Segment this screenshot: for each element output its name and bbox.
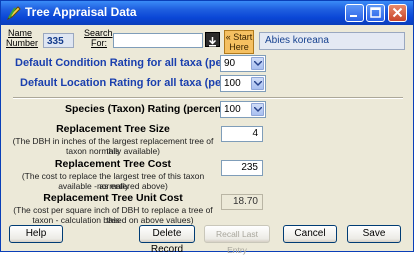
minimize-icon <box>350 15 357 17</box>
app-pencil-icon <box>6 6 21 21</box>
replacement-cost-label: Replacement Tree Cost <box>54 158 172 170</box>
unit-cost-display: 18.70 <box>221 194 263 210</box>
species-rating-label: Species (Taxon) Rating (percent) <box>65 103 229 115</box>
search-input[interactable] <box>113 33 203 48</box>
minimize-button[interactable] <box>345 4 364 22</box>
unit-cost-desc-2: taxon - calculation based on above value… <box>32 215 194 225</box>
condition-rating-label: Default Condition Rating for all taxa (p… <box>15 57 253 69</box>
replacement-size-input[interactable]: 4 <box>221 126 263 142</box>
search-label-2: For: <box>91 38 108 48</box>
condition-rating-select[interactable]: 90 <box>220 55 266 72</box>
start-button-line2: Here <box>229 42 249 52</box>
close-icon <box>392 7 403 18</box>
window-title: Tree Appraisal Data <box>25 5 137 19</box>
title-bar: Tree Appraisal Data <box>1 1 413 25</box>
search-label-1: Search <box>84 28 113 38</box>
taxon-name-display: Abies koreana <box>259 32 405 50</box>
search-dropdown-button[interactable] <box>205 32 220 47</box>
help-button[interactable]: Help <box>9 225 63 243</box>
name-number-label-2: Number <box>6 38 39 48</box>
close-button[interactable] <box>388 4 407 22</box>
start-here-button[interactable]: « Start Here <box>224 30 254 54</box>
species-rating-value: 100 <box>224 104 241 115</box>
replacement-size-label: Replacement Tree Size <box>56 123 170 135</box>
chevron-down-icon <box>251 103 264 116</box>
replacement-cost-desc-2: available - as entered above) <box>58 181 168 191</box>
chevron-down-icon <box>251 57 264 70</box>
unit-cost-label: Replacement Tree Unit Cost <box>43 192 183 204</box>
cancel-button[interactable]: Cancel <box>283 225 337 243</box>
delete-record-button[interactable]: Delete Record <box>139 225 195 255</box>
maximize-icon <box>370 7 381 18</box>
separator <box>13 97 403 99</box>
name-number-label-1: Name <box>8 28 33 38</box>
species-rating-select[interactable]: 100 <box>220 101 266 118</box>
tree-appraisal-window: Tree Appraisal Data Name Number 335 Sear… <box>0 0 414 255</box>
location-rating-label: Default Location Rating for all taxa (pe… <box>20 77 252 89</box>
name-number-field[interactable]: 335 <box>43 33 74 48</box>
download-arrow-icon <box>208 37 217 47</box>
save-button[interactable]: Save <box>347 225 401 243</box>
start-button-line1: « Start <box>225 32 253 42</box>
condition-rating-value: 90 <box>224 58 236 69</box>
form-body: Name Number 335 Search For: « Start Here… <box>5 27 409 247</box>
replacement-size-desc-2: taxon normally available) <box>65 146 161 156</box>
location-rating-value: 100 <box>224 78 241 89</box>
maximize-button[interactable] <box>366 4 385 22</box>
location-rating-select[interactable]: 100 <box>220 75 266 92</box>
recall-last-entry-button[interactable]: Recall Last Entry <box>204 225 270 255</box>
chevron-down-icon <box>251 77 264 90</box>
replacement-cost-input[interactable]: 235 <box>221 160 263 176</box>
